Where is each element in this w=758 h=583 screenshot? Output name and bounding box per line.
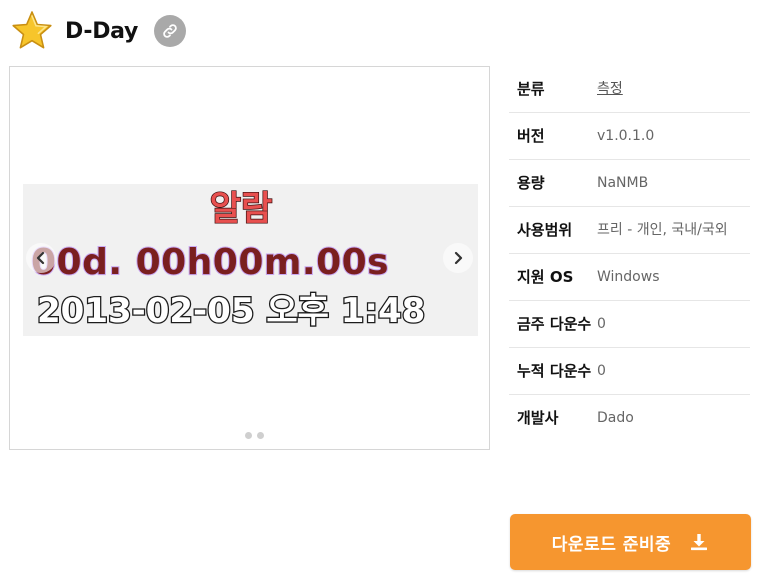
app-info-table: 분류 측정 버전 v1.0.1.0 용량 NaNMB 사용범위 프리 - 개인,… bbox=[509, 66, 750, 441]
weekly-downloads-value: 0 bbox=[597, 316, 606, 332]
gallery-next-button[interactable] bbox=[443, 243, 473, 273]
developer-value: Dado bbox=[597, 410, 634, 426]
total-downloads-label: 누적 다운수 bbox=[517, 362, 592, 380]
info-row-category: 분류 측정 bbox=[509, 66, 750, 113]
category-label: 분류 bbox=[517, 80, 545, 98]
screenshot-slide: 알람 00d. 00h00m.00s 2013-02-05 오후 1:48 bbox=[23, 184, 478, 336]
category-link[interactable]: 측정 bbox=[597, 77, 750, 101]
info-row-os: 지원 OS Windows bbox=[509, 254, 750, 301]
screenshot-image: 알람 00d. 00h00m.00s 2013-02-05 오후 1:48 bbox=[23, 184, 478, 336]
info-row-size: 용량 NaNMB bbox=[509, 160, 750, 207]
gallery-pagination bbox=[245, 432, 264, 439]
size-label: 용량 bbox=[517, 174, 545, 192]
os-label: 지원 OS bbox=[517, 268, 574, 286]
license-label: 사용범위 bbox=[517, 221, 573, 239]
date-text: 2013-02-05 오후 1:48 bbox=[37, 291, 425, 331]
info-row-version: 버전 v1.0.1.0 bbox=[509, 113, 750, 160]
gallery-dot-2[interactable] bbox=[257, 432, 264, 439]
countdown-text: 00d. 00h00m.00s bbox=[31, 242, 389, 283]
app-header: D-Day bbox=[10, 8, 187, 54]
version-label: 버전 bbox=[517, 127, 545, 145]
os-value: Windows bbox=[597, 269, 660, 285]
chevron-right-icon bbox=[454, 251, 463, 265]
chevron-left-icon bbox=[36, 251, 45, 265]
download-button-label: 다운로드 준비중 bbox=[551, 534, 672, 555]
weekly-downloads-label: 금주 다운수 bbox=[517, 315, 592, 333]
developer-label: 개발사 bbox=[517, 409, 559, 427]
copy-link-button[interactable] bbox=[154, 15, 187, 47]
version-value: v1.0.1.0 bbox=[597, 128, 655, 144]
alarm-text: 알람 bbox=[210, 189, 273, 229]
screenshot-gallery: 알람 00d. 00h00m.00s 2013-02-05 오후 1:48 bbox=[9, 66, 490, 450]
gallery-dot-1[interactable] bbox=[245, 432, 252, 439]
download-icon bbox=[691, 534, 708, 551]
link-icon bbox=[163, 24, 177, 38]
info-row-total-downloads: 누적 다운수 0 bbox=[509, 348, 750, 395]
info-row-license: 사용범위 프리 - 개인, 국내/국외 bbox=[509, 207, 750, 254]
info-row-weekly-downloads: 금주 다운수 0 bbox=[509, 301, 750, 348]
size-value: NaNMB bbox=[597, 175, 649, 191]
info-row-developer: 개발사 Dado bbox=[509, 395, 750, 441]
download-button[interactable]: 다운로드 준비중 bbox=[510, 514, 751, 570]
app-title: D-Day bbox=[65, 18, 139, 44]
gallery-prev-button[interactable] bbox=[26, 243, 56, 273]
star-icon bbox=[12, 11, 52, 49]
total-downloads-value: 0 bbox=[597, 363, 606, 379]
license-value: 프리 - 개인, 국내/국외 bbox=[597, 222, 728, 238]
